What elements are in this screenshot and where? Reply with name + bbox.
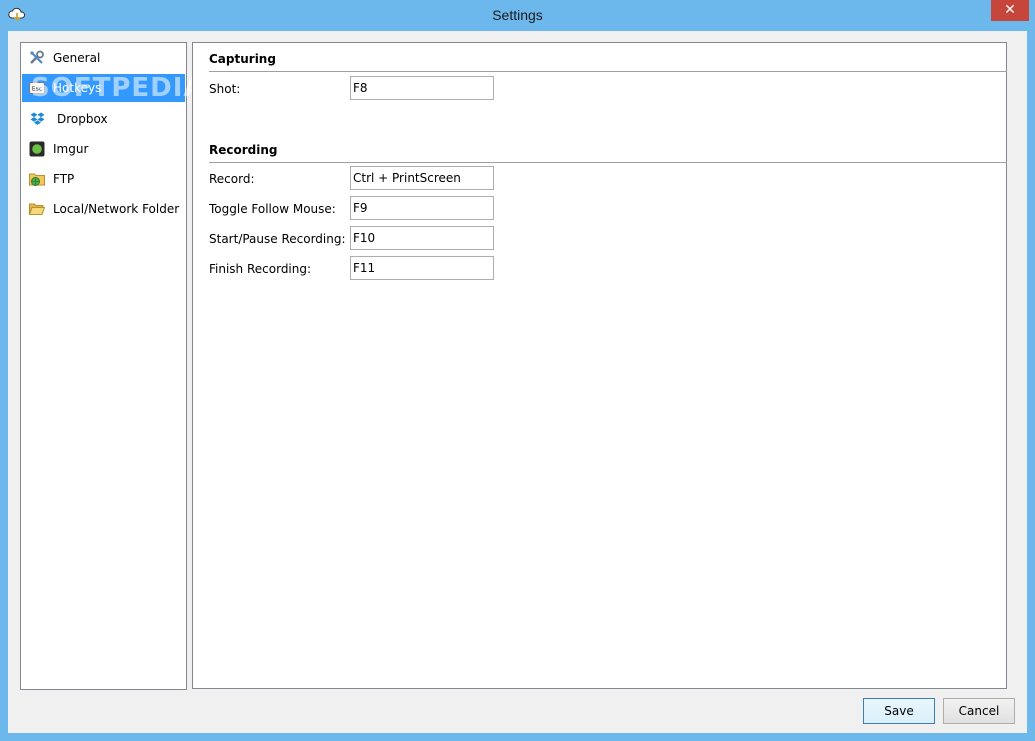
- sidebar-item-label: Local/Network Folder: [53, 202, 180, 216]
- start-pause-recording-label: Start/Pause Recording:: [209, 232, 346, 246]
- capturing-section-title: Capturing: [209, 52, 276, 66]
- svg-text:Esc: Esc: [32, 86, 42, 93]
- settings-window: Settings ✕ General Esc Hotkeys Dropbox I…: [0, 0, 1035, 741]
- sidebar-item-label: General: [53, 51, 101, 65]
- record-label: Record:: [209, 172, 255, 186]
- recording-divider: [209, 162, 1007, 163]
- shot-label: Shot:: [209, 82, 241, 96]
- sidebar-item-ftp[interactable]: FTP: [22, 165, 185, 193]
- title-bar[interactable]: Settings ✕: [0, 0, 1035, 31]
- hotkeys-panel: Capturing Shot: F8 Recording Record: Ctr…: [192, 42, 1007, 689]
- sidebar-item-dropbox[interactable]: Dropbox: [22, 105, 185, 133]
- ftp-folder-globe-icon: [29, 173, 45, 186]
- settings-sidebar: General Esc Hotkeys Dropbox Imgur FTP Lo…: [20, 42, 204, 690]
- record-hotkey-input[interactable]: Ctrl + PrintScreen: [350, 166, 494, 190]
- tools-icon: [30, 50, 44, 64]
- save-button[interactable]: Save: [863, 698, 935, 724]
- sidebar-item-label: Imgur: [53, 142, 89, 156]
- start-pause-recording-hotkey-input[interactable]: F10: [350, 226, 494, 250]
- sidebar-item-imgur[interactable]: Imgur: [22, 135, 185, 163]
- cancel-button[interactable]: Cancel: [943, 698, 1015, 724]
- sidebar-item-local-network-folder[interactable]: Local/Network Folder: [22, 195, 185, 223]
- imgur-icon: [29, 141, 45, 157]
- close-button[interactable]: ✕: [991, 0, 1029, 21]
- sidebar-item-hotkeys[interactable]: Esc Hotkeys: [22, 74, 185, 102]
- dropbox-icon: [30, 112, 45, 125]
- toggle-follow-mouse-label: Toggle Follow Mouse:: [209, 202, 336, 216]
- esc-key-icon: Esc: [29, 82, 45, 94]
- sidebar-item-general[interactable]: General: [22, 44, 185, 72]
- recording-section-title: Recording: [209, 143, 278, 157]
- sidebar-item-label: Hotkeys: [53, 81, 102, 95]
- open-folder-icon: [29, 203, 45, 215]
- capturing-divider: [209, 71, 1007, 72]
- finish-recording-label: Finish Recording:: [209, 262, 312, 276]
- shot-hotkey-input[interactable]: F8: [350, 76, 494, 100]
- sidebar-item-label: Dropbox: [57, 112, 108, 126]
- finish-recording-hotkey-input[interactable]: F11: [350, 256, 494, 280]
- toggle-follow-mouse-hotkey-input[interactable]: F9: [350, 196, 494, 220]
- window-title: Settings: [492, 7, 543, 23]
- sidebar-item-label: FTP: [53, 172, 75, 186]
- client-area: General Esc Hotkeys Dropbox Imgur FTP Lo…: [8, 31, 1027, 733]
